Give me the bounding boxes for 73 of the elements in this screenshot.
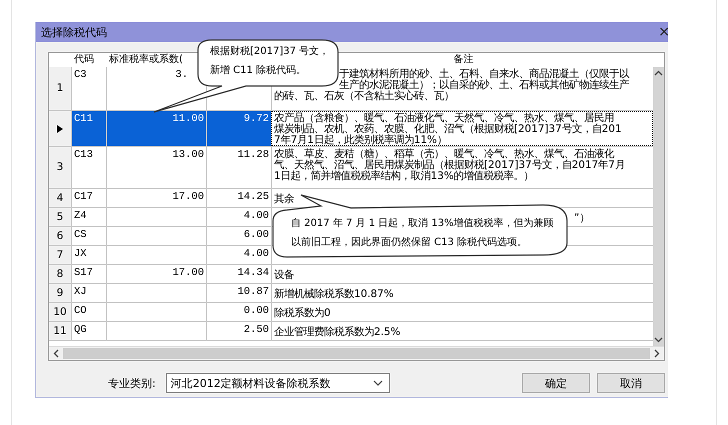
callout-text: 根据财税[2017]37 号文， <box>210 45 330 58</box>
table-cell[interactable]: 14.34 <box>206 265 271 283</box>
table-cell[interactable]: 3. <box>175 69 188 81</box>
category-dropdown[interactable]: 河北2012定额材料设备除税系数 <box>166 373 390 393</box>
callout-text: 以前旧工程，因此界面仍然保留 C13 除税代码选项。 <box>291 236 528 249</box>
dialog-button[interactable]: 确定 <box>522 373 590 393</box>
table-cell-text: 的砖、瓦、石灰（不含粘土实心砖、瓦） <box>274 91 455 102</box>
table-cell[interactable]: S17 <box>71 265 106 283</box>
table-cell[interactable]: 10.87 <box>206 284 271 302</box>
table-cell-text: 气、天然气、沼气、居民用煤炭制品（根据财税[2017]37号文，自2017年7月 <box>274 160 626 171</box>
table-cell[interactable]: QG <box>71 322 106 340</box>
table-cell[interactable]: C11 <box>71 111 106 146</box>
table-cell-text: 于建筑材料所用的砂、土、石料、自来水、商品混凝土（仅限于以 <box>339 69 630 80</box>
table-cell-text: 煤炭制品、农机、农药、农膜、化肥、沼气（根据财税[2017]37号文，自201 <box>274 124 623 135</box>
horizontal-scrollbar[interactable] <box>49 346 664 360</box>
table-cell-text: 新增机械除税系数10.87% <box>274 287 395 302</box>
table-cell[interactable]: 2.50 <box>206 322 271 340</box>
table-cell[interactable]: XJ <box>71 284 106 302</box>
row-number: 7 <box>49 246 71 264</box>
column-header[interactable]: 备注 <box>454 54 474 65</box>
table-cell[interactable]: JX <box>71 246 106 264</box>
table-cell-text: 1日起，简并增值税税率结构，取消13%的增值税税率。） <box>274 171 535 182</box>
row-number: 9 <box>49 284 71 302</box>
row-number: 8 <box>49 265 71 283</box>
table-cell[interactable]: C13 <box>71 147 106 188</box>
row-number: 4 <box>49 189 71 207</box>
table-cell-text: 农膜、草皮、麦秸（糖）、稻草（壳）、暖气、冷气、热水、煤气、石油液化 <box>274 149 616 160</box>
scroll-left-icon <box>53 349 59 358</box>
table-cell[interactable]: 13.00 <box>172 149 204 161</box>
scrollbar-thumb[interactable] <box>63 348 650 359</box>
row-number: 1 <box>49 67 71 110</box>
table-cell[interactable]: C17 <box>71 189 106 207</box>
vertical-scrollbar[interactable] <box>653 67 664 346</box>
table-cell[interactable]: 6.00 <box>206 227 271 245</box>
table-cell[interactable]: 17.00 <box>172 191 204 203</box>
table-cell-text: ”） <box>574 211 590 226</box>
row-number: 5 <box>49 208 71 226</box>
window-title: 选择除税代码 <box>41 24 107 40</box>
row-number: 10 <box>49 303 71 321</box>
table-cell[interactable]: CS <box>71 227 106 245</box>
row-number: 11 <box>49 322 71 340</box>
table-cell[interactable]: 0.00 <box>206 303 271 321</box>
callout-text: 新增 C11 除税代码。 <box>210 64 306 77</box>
table-cell[interactable]: Z4 <box>71 208 106 226</box>
table-cell[interactable]: C3 <box>71 67 106 110</box>
current-row-icon <box>57 124 63 132</box>
scroll-up-icon <box>654 70 663 76</box>
close-button[interactable]: × <box>658 24 670 40</box>
column-header[interactable]: 代码 <box>74 54 94 65</box>
table-cell[interactable]: 17.00 <box>172 267 204 279</box>
dialog-button[interactable]: 取消 <box>597 373 665 393</box>
scroll-right-icon <box>654 349 660 358</box>
table-cell-text: 其余 <box>274 192 295 207</box>
table-cell[interactable]: 14.25 <box>206 189 271 207</box>
table-cell-text: 生产的水泥混凝土）；以自采的砂、土、石料或其他矿物连续生产 <box>339 80 630 91</box>
column-header[interactable]: 标准税率或系数( <box>109 54 183 65</box>
dropdown-caret-icon <box>372 380 383 386</box>
row-number: 3 <box>49 147 71 188</box>
scroll-down-icon <box>654 337 663 343</box>
table-cell[interactable]: 11.00 <box>172 113 204 125</box>
table-cell-text: 设备 <box>274 268 295 283</box>
table-cell[interactable]: 4.00 <box>206 208 271 226</box>
row-number: 6 <box>49 227 71 245</box>
table-cell[interactable]: 11.28 <box>206 147 271 188</box>
table-cell[interactable]: CO <box>71 303 106 321</box>
table-cell[interactable]: 4.00 <box>206 246 271 264</box>
category-label: 专业类别: <box>108 376 156 390</box>
table-cell-text: 企业管理费除税系数为2.5% <box>274 325 402 340</box>
table-cell-text: 农产品（含粮食）、暖气、石油液化气、天然气、冷气、热水、煤气、居民用 <box>274 113 615 124</box>
table-cell[interactable]: 9.72 <box>206 111 271 146</box>
table-cell-text: 7年7月1日起，此类别税率调为11%） <box>274 135 448 146</box>
table-cell-text: 除税系数为0 <box>274 306 332 321</box>
callout-text: 自 2017 年 7 月 1 日起，取消 13%增值税税率，但为兼顾 <box>291 217 554 230</box>
